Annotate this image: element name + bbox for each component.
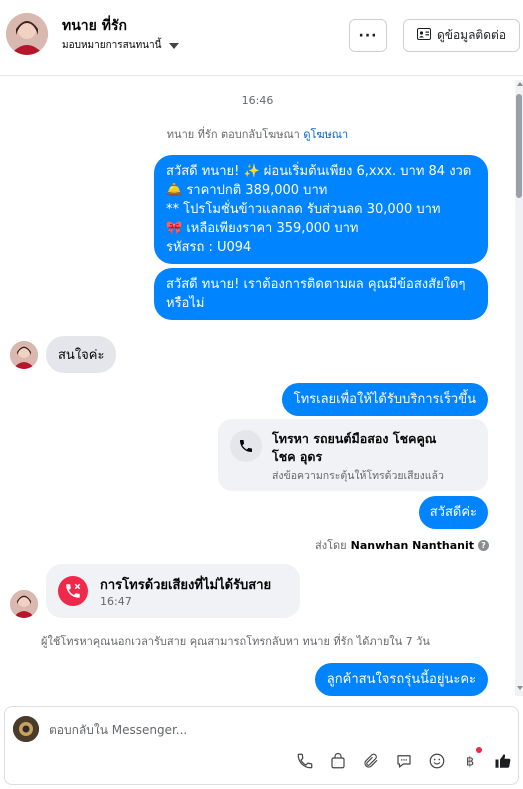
more-options-button[interactable]: ··· — [349, 19, 387, 52]
contact-name[interactable]: ทนาย ที่รัก — [62, 15, 127, 37]
call-card-title-line: โทรหา รถยนต์มือสอง โชคคูณ — [272, 431, 437, 446]
thread-timestamp: 16:46 — [241, 94, 274, 107]
paperclip-icon[interactable] — [361, 751, 381, 771]
reply-input[interactable]: ตอบกลับใน Messenger... — [49, 721, 187, 740]
call-card-title: โทรหา รถยนต์มือสอง โชคคูณ โชค อุดร — [272, 430, 477, 466]
missed-call-icon — [58, 576, 88, 606]
scrollbar-thumb[interactable] — [516, 94, 522, 198]
sender-name: Nanwhan Nanthanit — [350, 538, 474, 552]
notification-dot — [476, 747, 482, 753]
avatar[interactable] — [6, 13, 48, 55]
assign-conversation-dropdown[interactable]: มอบหมายการสนทนานี้ — [62, 38, 180, 53]
avatar[interactable] — [10, 341, 38, 369]
call-card-title-line: โชค อุดร — [272, 449, 323, 464]
scroll-down-arrow[interactable] — [517, 686, 523, 690]
avatar — [13, 716, 39, 742]
view-ad-link[interactable]: ดูโฆษณา — [303, 128, 348, 141]
promo-line: 🎀 เหลือเพียงราคา 359,000 บาท — [166, 221, 359, 236]
view-contact-button[interactable]: ดูข้อมูลติดต่อ — [403, 19, 520, 52]
sent-by-label: ส่งโดย Nanwhan Nanthanit ? — [315, 536, 489, 554]
info-icon[interactable]: ? — [478, 539, 489, 551]
promo-line: ** โปรโมชั่นข้าวแลกลด รับส่วนลด 30,000 บ… — [166, 202, 441, 217]
view-contact-label: ดูข้อมูลติดต่อ — [436, 28, 507, 42]
assign-label: มอบหมายการสนทนานี้ — [62, 40, 162, 51]
ad-reply-text: ทนาย ที่รัก ตอบกลับโฆษณา — [166, 128, 300, 141]
missed-call-title: การโทรด้วยเสียงที่ไม่ได้รับสาย — [100, 578, 272, 593]
followup-line: หรือไม่ — [166, 296, 205, 311]
phone-icon — [230, 430, 262, 462]
followup-line: สวัสดี ทนาย! เราต้องการติดตามผล คุณมีข้อ… — [166, 277, 466, 292]
call-request-card[interactable]: โทรหา รถยนต์มือสอง โชคคูณ โชค อุดร ส่งข้… — [218, 419, 488, 491]
missed-call-time: 16:47 — [100, 595, 132, 608]
chat-bubble-icon[interactable] — [394, 751, 414, 771]
avatar[interactable] — [10, 590, 38, 618]
missed-call-card[interactable]: การโทรด้วยเสียงที่ไม่ได้รับสาย 16:47 — [46, 564, 300, 618]
promo-line: สวัสดี ทนาย! ✨ ผ่อนเริ่มต้นเพียง 6,xxx. … — [166, 164, 472, 179]
call-card-subtitle: ส่งข้อความกระตุ้นให้โทรด้วยเสียงแล้ว — [272, 470, 444, 482]
promo-line: 🛎️ ราคาปกติ 389,000 บาท — [166, 183, 328, 198]
scroll-up-arrow[interactable] — [517, 82, 523, 86]
promo-line: รหัสรถ : U094 — [166, 240, 252, 255]
call-prompt-bubble: โทรเลยเพื่อให้ได้รับบริการเร็วขึ้น — [281, 383, 488, 416]
customer-message-bubble: สนใจค่ะ — [46, 336, 117, 373]
emoji-icon[interactable] — [427, 751, 447, 771]
sent-by-prefix: ส่งโดย — [315, 539, 347, 552]
contact-card-icon — [416, 28, 431, 43]
ad-reply-note: ทนาย ที่รัก ตอบกลับโฆษณา ดูโฆษณา — [0, 125, 515, 143]
thumbs-up-icon[interactable] — [493, 751, 513, 771]
svg-text:฿: ฿ — [466, 755, 474, 770]
caret-down-icon — [169, 42, 180, 49]
conversation-header: ทนาย ที่รัก มอบหมายการสนทนานี้ ··· ดูข้อ… — [0, 0, 523, 76]
shopping-bag-icon[interactable] — [328, 751, 348, 771]
missed-call-note: ผู้ใช้โทรหาคุณนอกเวลารับสาย คุณสามารถโทร… — [41, 635, 430, 648]
greeting-bubble: สวัสดีค่ะ — [418, 496, 488, 529]
composer-toolbar: ฿ — [295, 747, 513, 771]
baht-icon[interactable]: ฿ — [460, 747, 482, 771]
phone-icon[interactable] — [295, 751, 315, 771]
followup-message-bubble: สวัสดี ทนาย! เราต้องการติดตามผล คุณมีข้อ… — [154, 268, 488, 320]
promo-message-bubble: สวัสดี ทนาย! ✨ ผ่อนเริ่มต้นเพียง 6,xxx. … — [154, 155, 488, 264]
last-message-bubble: ลูกค้าสนใจรถรุ่นนี้อยู่นะคะ — [314, 663, 488, 696]
message-composer: ตอบกลับใน Messenger... ฿ — [4, 706, 519, 785]
